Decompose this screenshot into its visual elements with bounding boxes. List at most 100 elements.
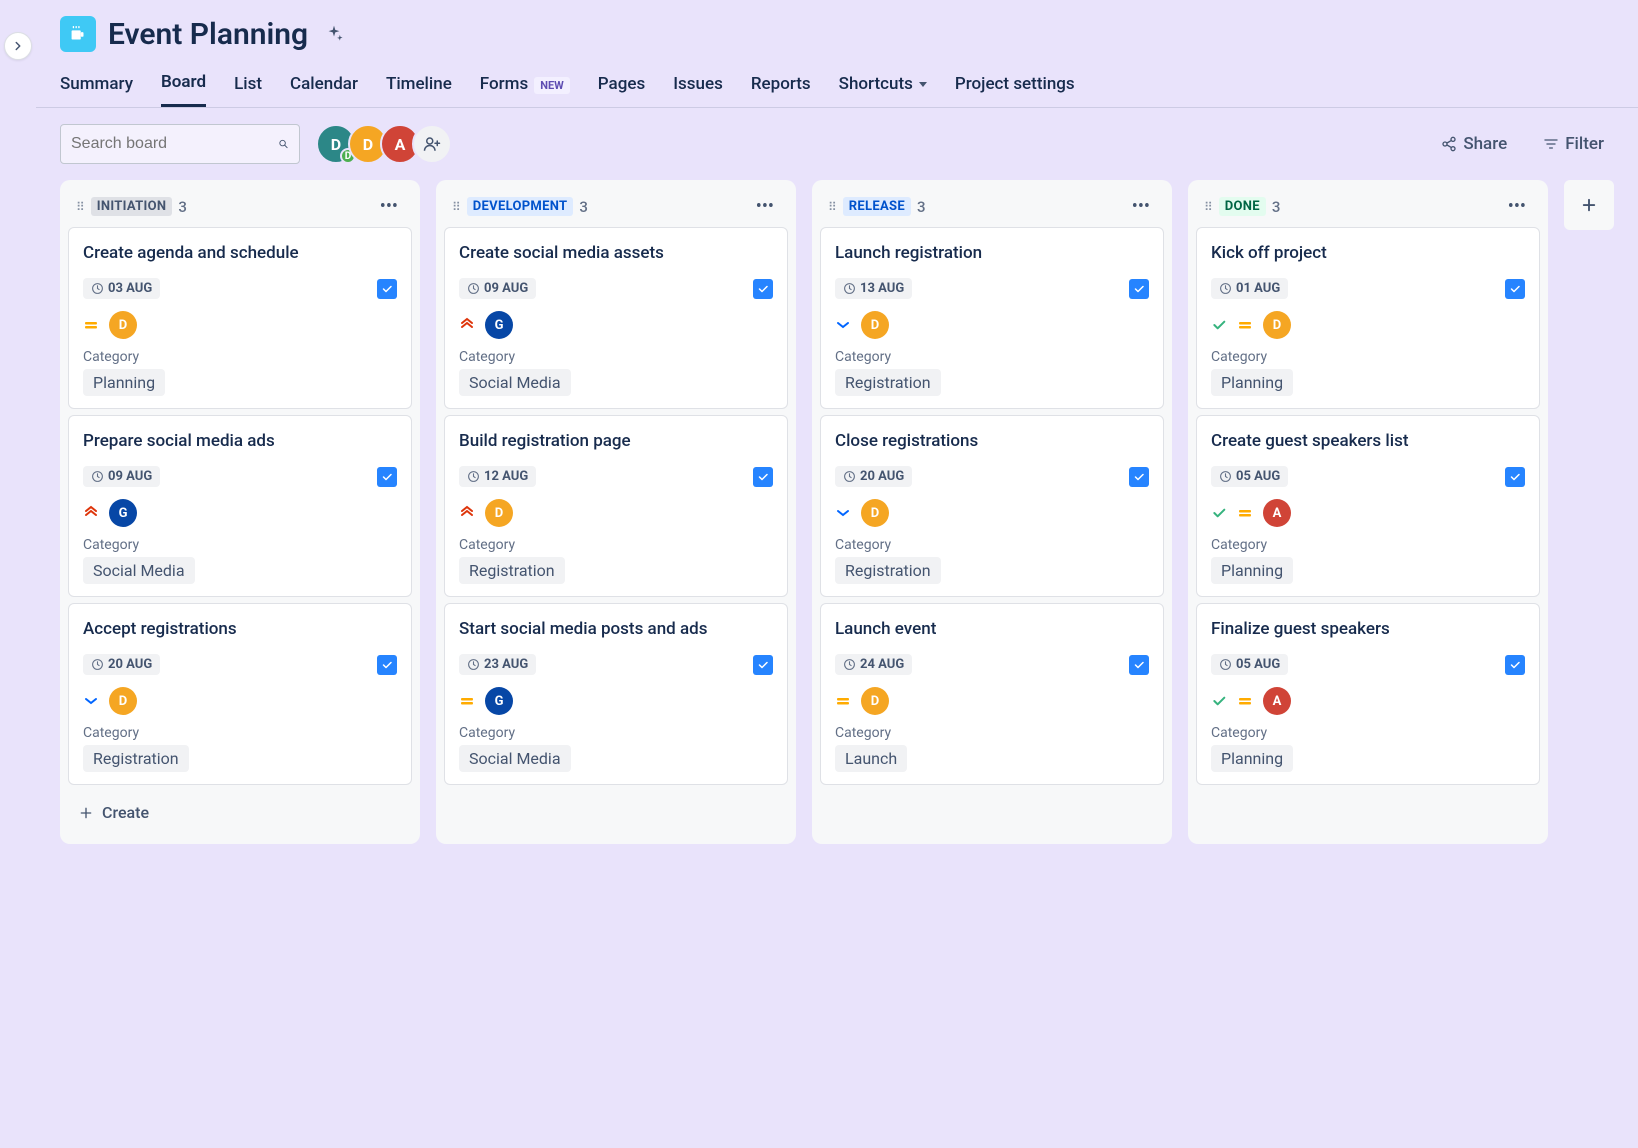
clock-icon	[91, 658, 104, 671]
column-more-button[interactable]: •••	[1126, 196, 1156, 217]
column-more-button[interactable]: •••	[1502, 196, 1532, 217]
filter-button[interactable]: Filter	[1533, 128, 1614, 160]
card[interactable]: Build registration page12 AUGDCategoryRe…	[444, 415, 788, 597]
assignee-avatar[interactable]: D	[861, 311, 889, 339]
due-date-chip: 20 AUG	[83, 654, 160, 675]
tab-project-settings[interactable]: Project settings	[955, 66, 1075, 106]
card-title: Create agenda and schedule	[83, 242, 397, 264]
expand-sidebar-button[interactable]	[4, 32, 32, 60]
member-avatars: DDDA	[316, 124, 452, 164]
clock-icon	[843, 470, 856, 483]
assignee-avatar[interactable]: A	[1263, 499, 1291, 527]
card-title: Start social media posts and ads	[459, 618, 773, 640]
assignee-avatar[interactable]: G	[109, 499, 137, 527]
category-label: Category	[83, 349, 397, 365]
assignee-avatar[interactable]: D	[861, 499, 889, 527]
assignee-avatar[interactable]: D	[485, 499, 513, 527]
coffee-icon	[67, 23, 89, 45]
assignee-avatar[interactable]: D	[1263, 311, 1291, 339]
due-date-text: 23 AUG	[484, 657, 528, 672]
column-count: 3	[1272, 198, 1281, 216]
drag-handle-icon[interactable]: ⠿	[828, 200, 837, 214]
category-value: Planning	[83, 369, 165, 396]
drag-handle-icon[interactable]: ⠿	[76, 200, 85, 214]
tab-shortcuts[interactable]: Shortcuts	[839, 66, 927, 106]
card[interactable]: Kick off project01 AUGDCategoryPlanning	[1196, 227, 1540, 409]
category-label: Category	[83, 537, 397, 553]
tab-board[interactable]: Board	[161, 64, 206, 107]
share-icon	[1441, 136, 1457, 152]
column-done: ⠿ DONE 3 ••• Kick off project01 AUGDCategory…	[1188, 180, 1548, 844]
clock-icon	[467, 470, 480, 483]
search-input[interactable]	[71, 135, 278, 153]
card[interactable]: Launch event24 AUGDCategoryLaunch	[820, 603, 1164, 785]
share-button[interactable]: Share	[1431, 128, 1517, 160]
card[interactable]: Accept registrations20 AUGDCategoryRegis…	[68, 603, 412, 785]
column-title[interactable]: DONE	[1219, 197, 1266, 216]
task-type-icon	[1505, 279, 1525, 299]
priority-medium-icon	[1237, 317, 1253, 333]
card[interactable]: Close registrations20 AUGDCategoryRegist…	[820, 415, 1164, 597]
category-value: Registration	[835, 369, 941, 396]
card-title: Prepare social media ads	[83, 430, 397, 452]
card-meta: D	[83, 311, 397, 339]
card[interactable]: Launch registration13 AUGDCategoryRegist…	[820, 227, 1164, 409]
project-icon	[60, 16, 96, 52]
assignee-avatar[interactable]: G	[485, 687, 513, 715]
tab-list[interactable]: List	[234, 66, 262, 106]
add-column-button[interactable]	[1564, 180, 1614, 230]
assignee-avatar[interactable]: G	[485, 311, 513, 339]
tab-forms[interactable]: FormsNEW	[480, 66, 570, 106]
priority-low-icon	[835, 317, 851, 333]
due-date-chip: 23 AUG	[459, 654, 536, 675]
column-more-button[interactable]: •••	[374, 196, 404, 217]
card[interactable]: Create social media assets09 AUGGCategor…	[444, 227, 788, 409]
share-label: Share	[1463, 134, 1507, 154]
card-title: Launch registration	[835, 242, 1149, 264]
search-box[interactable]	[60, 124, 300, 164]
tab-pages[interactable]: Pages	[598, 66, 645, 106]
card[interactable]: Finalize guest speakers05 AUGACategoryPl…	[1196, 603, 1540, 785]
column-initiation: ⠿INITIATION3•••Create agenda and schedul…	[60, 180, 420, 844]
column-title[interactable]: DEVELOPMENT	[467, 197, 574, 216]
card-meta: D	[835, 687, 1149, 715]
tab-calendar[interactable]: Calendar	[290, 66, 358, 106]
create-card-button[interactable]: Create	[68, 791, 412, 834]
due-date-chip: 03 AUG	[83, 278, 160, 299]
category-value: Social Media	[83, 557, 195, 584]
category-value: Registration	[83, 745, 189, 772]
column-more-button[interactable]: •••	[750, 196, 780, 217]
column-title[interactable]: INITIATION	[91, 197, 173, 216]
task-type-icon	[1505, 655, 1525, 675]
add-member-button[interactable]	[412, 124, 452, 164]
chevron-right-icon	[11, 39, 25, 53]
assignee-avatar[interactable]: D	[109, 687, 137, 715]
task-type-icon	[377, 655, 397, 675]
tab-reports[interactable]: Reports	[751, 66, 811, 106]
drag-handle-icon[interactable]: ⠿	[452, 200, 461, 214]
card-meta: A	[1211, 687, 1525, 715]
priority-low-icon	[83, 693, 99, 709]
assignee-avatar[interactable]: D	[861, 687, 889, 715]
ai-sparkle-button[interactable]	[320, 20, 348, 48]
tab-summary[interactable]: Summary	[60, 66, 133, 106]
category-label: Category	[1211, 537, 1525, 553]
card[interactable]: Create agenda and schedule 03 AUG D Categor…	[68, 227, 412, 409]
card-meta: G	[83, 499, 397, 527]
search-icon	[278, 135, 289, 153]
card[interactable]: Create guest speakers list05 AUGACategor…	[1196, 415, 1540, 597]
column-title[interactable]: RELEASE	[843, 197, 911, 216]
column-header: ⠿ DONE 3 •••	[1196, 190, 1540, 227]
card[interactable]: Start social media posts and ads23 AUGGC…	[444, 603, 788, 785]
task-type-icon	[377, 467, 397, 487]
category-label: Category	[459, 349, 773, 365]
card[interactable]: Prepare social media ads09 AUGGCategoryS…	[68, 415, 412, 597]
drag-handle-icon[interactable]: ⠿	[1204, 200, 1213, 214]
clock-icon	[1219, 470, 1232, 483]
tab-issues[interactable]: Issues	[673, 66, 723, 106]
task-type-icon	[753, 467, 773, 487]
assignee-avatar[interactable]: D	[109, 311, 137, 339]
card-meta: G	[459, 687, 773, 715]
assignee-avatar[interactable]: A	[1263, 687, 1291, 715]
tab-timeline[interactable]: Timeline	[386, 66, 452, 106]
